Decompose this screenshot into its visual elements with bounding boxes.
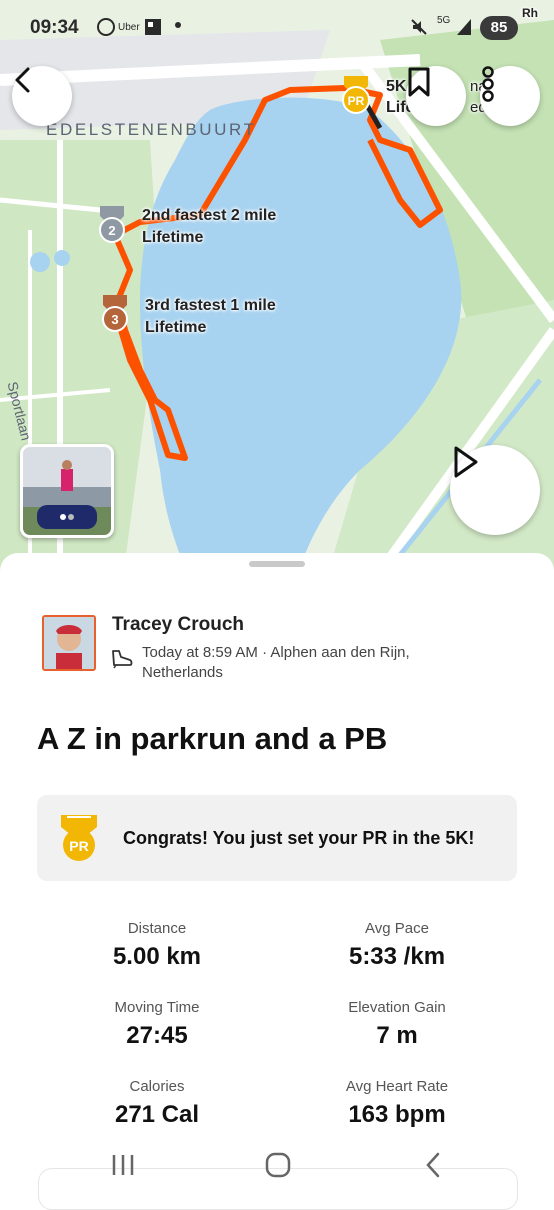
running-shoe-icon	[110, 647, 134, 674]
activity-sheet[interactable]: Tracey Crouch Today at 8:59 AM · Alphen …	[0, 553, 554, 1200]
home-icon[interactable]	[264, 1151, 292, 1184]
stat-label: Avg Heart Rate	[345, 1078, 449, 1095]
back-button[interactable]	[12, 66, 72, 126]
system-nav-bar	[0, 1145, 554, 1200]
achievement-3-line2: Lifetime	[145, 319, 207, 336]
pr-medal-text: PR	[348, 94, 365, 108]
congrats-text: Congrats! You just set your PR in the 5K…	[123, 828, 475, 848]
status-time: 09:34	[30, 17, 79, 38]
stat-label: Avg Pace	[365, 920, 429, 937]
achievement-2-line1: 2nd fastest 2 mile	[142, 207, 277, 224]
avatar[interactable]	[42, 615, 96, 671]
stat-moving-time: Moving Time 27:45	[37, 999, 277, 1050]
achievement-3-line1: 3rd fastest 1 mile	[145, 297, 276, 314]
stat-label: Distance	[127, 920, 187, 937]
stat-value: 5.00 km	[112, 943, 202, 970]
neighbourhood-label: EDELSTENENBUURT	[46, 120, 257, 139]
play-flyover-button[interactable]	[450, 445, 540, 535]
more-options-button[interactable]	[480, 66, 540, 126]
stat-value: 271 Cal	[114, 1101, 200, 1128]
activity-photo-thumbnail[interactable]	[20, 444, 114, 538]
activity-title: A Z in parkrun and a PB	[37, 721, 388, 756]
achievement-2-line2: Lifetime	[142, 229, 204, 246]
bookmark-button[interactable]	[406, 66, 466, 126]
route-map[interactable]: 09:34 Uber 5G 85 EDELSTENENBUURT Sportla…	[0, 0, 554, 600]
status-bar: 09:34 Uber 5G 85	[0, 0, 554, 56]
back-nav-icon[interactable]	[424, 1151, 442, 1184]
stat-label: Moving Time	[114, 999, 200, 1016]
silver-medal-text: 2	[108, 223, 115, 238]
stat-label: Calories	[129, 1078, 185, 1095]
stat-label: Elevation Gain	[348, 999, 446, 1016]
corner-partial-label: Rh	[522, 6, 538, 20]
stat-distance: Distance 5.00 km	[37, 920, 277, 971]
bronze-medal-text: 3	[111, 312, 118, 327]
stat-value: 27:45	[126, 1022, 188, 1049]
pr-medal-icon: PR	[55, 813, 103, 868]
stat-value: 163 bpm	[348, 1101, 446, 1128]
athlete-name[interactable]: Tracey Crouch	[112, 614, 244, 636]
battery-indicator: 85	[480, 16, 518, 40]
pr-congrats-banner[interactable]: PR Congrats! You just set your PR in the…	[37, 795, 517, 881]
uber-label: Uber	[118, 22, 140, 33]
recent-apps-icon[interactable]	[110, 1153, 136, 1182]
network-label: 5G	[437, 15, 451, 26]
pr-banner-medal-text: PR	[69, 838, 88, 854]
stat-calories: Calories 271 Cal	[37, 1078, 277, 1129]
stat-value: 7 m	[376, 1022, 418, 1049]
stat-avg-pace: Avg Pace 5:33 /km	[277, 920, 517, 971]
stat-avg-heart-rate: Avg Heart Rate 163 bpm	[277, 1078, 517, 1129]
stat-value: 5:33 /km	[348, 943, 446, 970]
activity-meta: Today at 8:59 AM · Alphen aan den Rijn, …	[142, 644, 410, 681]
stat-elevation-gain: Elevation Gain 7 m	[277, 999, 517, 1050]
drag-handle[interactable]	[249, 561, 305, 567]
achievement-pr-line1: 5K	[386, 78, 407, 95]
